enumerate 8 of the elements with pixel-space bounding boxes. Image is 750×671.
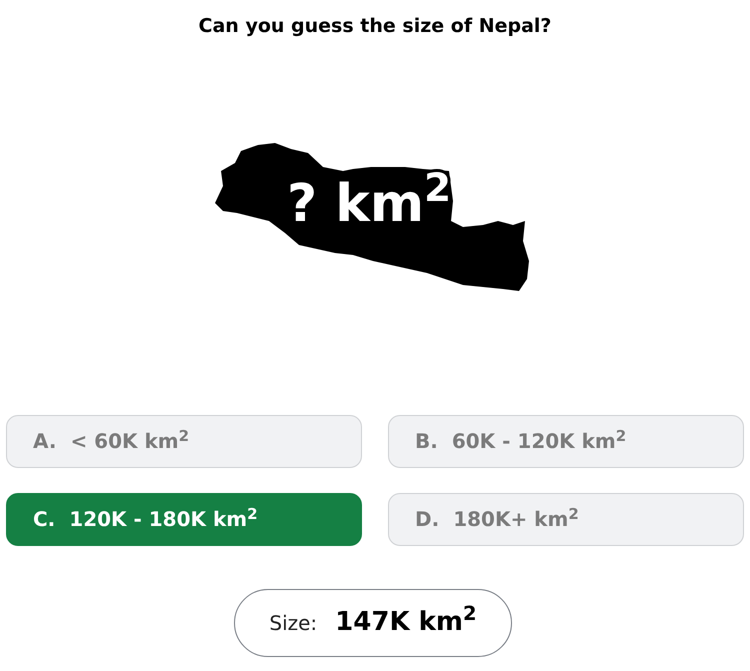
- question-title: Can you guess the size of Nepal?: [198, 14, 552, 39]
- size-label: Size:: [269, 610, 318, 636]
- size-value: 147K km$^{2}$: [335, 603, 477, 639]
- answer-option[interactable]: D. 180K+ km$^{2}$: [388, 492, 744, 546]
- answer-option[interactable]: C. 120K - 180K km$^{2}$: [6, 492, 362, 546]
- answer-option[interactable]: B. 60K - 120K km$^{2}$: [388, 414, 744, 468]
- map-label: ? km$^{2}$: [286, 170, 452, 236]
- answer-option[interactable]: A. < 60K km$^{2}$: [6, 414, 362, 468]
